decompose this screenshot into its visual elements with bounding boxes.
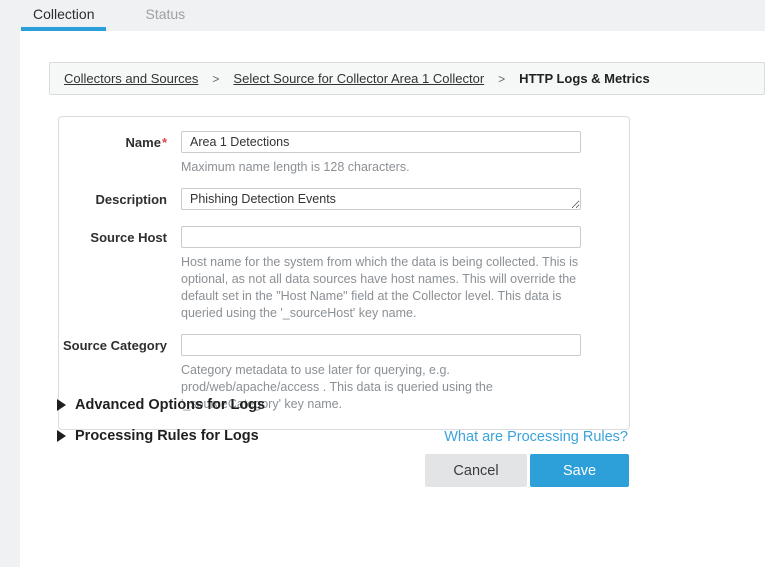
- tab-status[interactable]: Status: [133, 0, 197, 31]
- tab-collection[interactable]: Collection: [21, 0, 106, 31]
- source-host-row: Source Host Host name for the system fro…: [59, 226, 629, 335]
- source-config-form: Name* Maximum name length is 128 charact…: [58, 116, 630, 430]
- main-panel: Collectors and Sources > Select Source f…: [20, 31, 765, 567]
- advanced-options-label: Advanced Options for Logs: [75, 397, 265, 413]
- name-input[interactable]: [181, 131, 581, 153]
- breadcrumb-collectors-and-sources[interactable]: Collectors and Sources: [64, 71, 198, 86]
- breadcrumb: Collectors and Sources > Select Source f…: [49, 62, 765, 95]
- name-label: Name*: [59, 131, 181, 188]
- source-host-helper-text: Host name for the system from which the …: [181, 254, 583, 322]
- app-window: Collection Status Collectors and Sources…: [0, 0, 765, 567]
- breadcrumb-select-source[interactable]: Select Source for Collector Area 1 Colle…: [233, 71, 484, 86]
- section-processing-rules[interactable]: Processing Rules for Logs: [57, 428, 259, 444]
- source-category-input[interactable]: [181, 334, 581, 356]
- breadcrumb-current-page: HTTP Logs & Metrics: [519, 71, 650, 86]
- required-asterisk: *: [162, 135, 167, 150]
- tab-status-label: Status: [145, 6, 185, 22]
- caret-right-icon: [57, 399, 66, 411]
- description-row: Description Phishing Detection Events: [59, 188, 629, 215]
- form-actions: Cancel Save: [425, 454, 629, 487]
- source-host-label: Source Host: [59, 226, 181, 335]
- name-row: Name* Maximum name length is 128 charact…: [59, 131, 629, 188]
- save-button[interactable]: Save: [530, 454, 629, 487]
- processing-rules-label: Processing Rules for Logs: [75, 428, 259, 444]
- tab-collection-label: Collection: [33, 6, 94, 22]
- source-host-input[interactable]: [181, 226, 581, 248]
- breadcrumb-separator: >: [212, 72, 219, 86]
- what-are-processing-rules-link[interactable]: What are Processing Rules?: [444, 429, 628, 445]
- section-advanced-options[interactable]: Advanced Options for Logs: [57, 397, 265, 413]
- caret-right-icon: [57, 430, 66, 442]
- cancel-button[interactable]: Cancel: [425, 454, 527, 487]
- description-label: Description: [59, 188, 181, 215]
- breadcrumb-separator: >: [498, 72, 505, 86]
- description-textarea[interactable]: Phishing Detection Events: [181, 188, 581, 210]
- top-tab-bar: Collection Status: [0, 0, 765, 31]
- name-helper-text: Maximum name length is 128 characters.: [181, 159, 583, 176]
